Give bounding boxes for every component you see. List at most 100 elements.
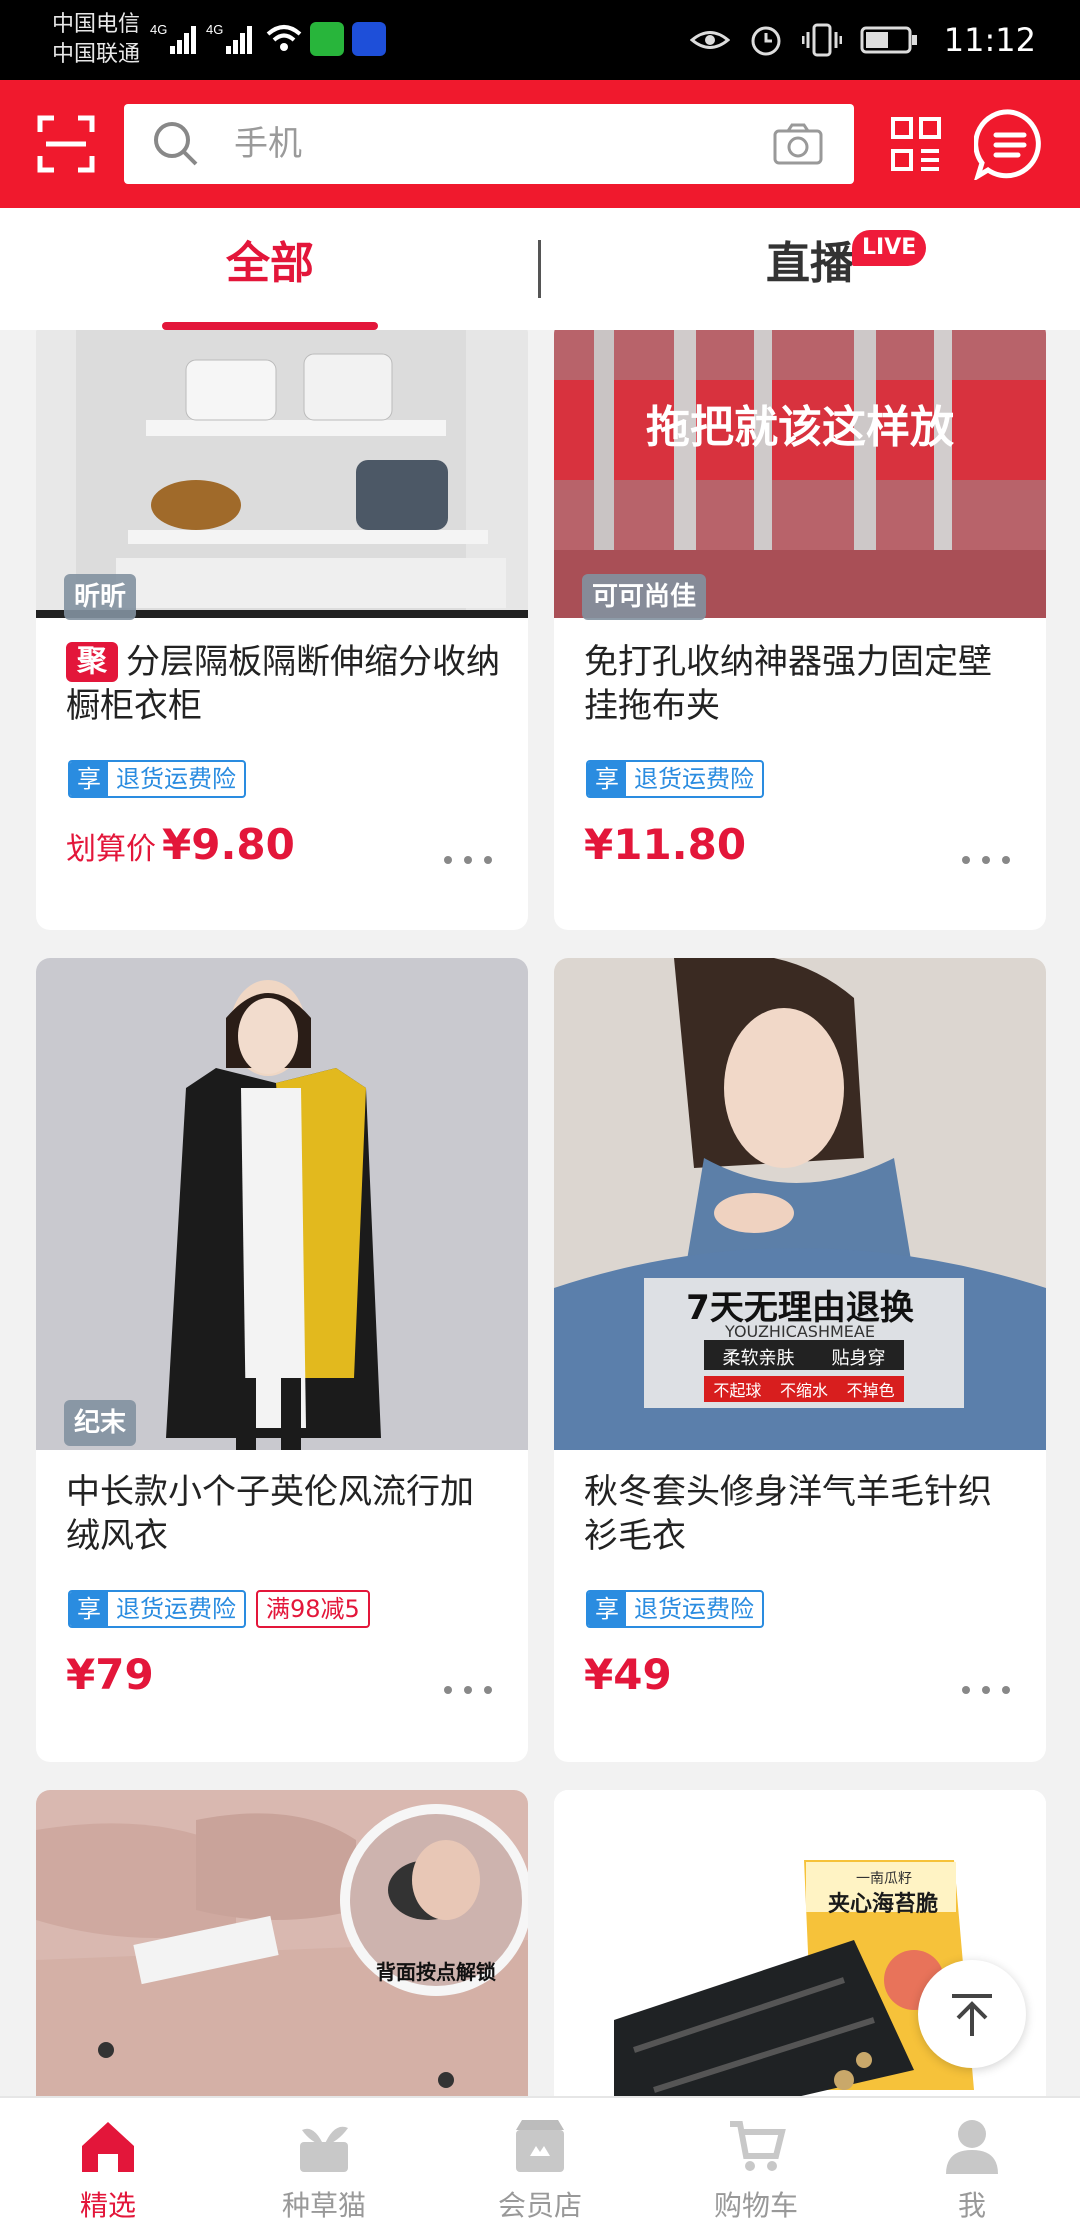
shop-tag: 可可尚佳 xyxy=(582,574,707,620)
tab-divider xyxy=(538,240,541,298)
nav-item-member-store[interactable]: 会员店 xyxy=(432,2098,648,2240)
app-notification-icon xyxy=(310,22,344,56)
product-image-caption: 拖把就该这样放 xyxy=(646,402,954,453)
price-row: ¥49 xyxy=(584,1650,672,1710)
nav-item-grass[interactable]: 种草猫 xyxy=(216,2098,432,2240)
product-card[interactable]: 拖把就该这样放 可可尚佳 免打孔收纳神器强力固定壁挂拖布夹 享 退货运费险 ¥1… xyxy=(554,330,1046,930)
signal-icon: 4G xyxy=(150,22,196,54)
insurance-text: 退货运费险 xyxy=(634,1595,754,1623)
tag-row: 享 退货运费险 满98减5 xyxy=(68,1590,370,1628)
product-image-tags: 柔软亲肤 贴身穿 xyxy=(704,1342,904,1372)
product-title: 中长款小个子英伦风流行加绒风衣 xyxy=(66,1472,474,1556)
wifi-icon xyxy=(266,25,302,51)
price-prefix: 划算价 xyxy=(66,832,156,867)
qr-code-icon[interactable] xyxy=(890,116,942,172)
image-tag: 不起球 xyxy=(713,1381,762,1400)
search-bar[interactable]: 手机 xyxy=(124,104,854,184)
active-tab-indicator xyxy=(162,322,378,330)
nav-item-cart[interactable]: 购物车 xyxy=(648,2098,864,2240)
more-options-icon[interactable] xyxy=(962,1674,1012,1704)
shop-tag: 纪末 xyxy=(64,1400,137,1446)
tag-row: 享 退货运费险 xyxy=(68,760,246,798)
more-options-icon[interactable] xyxy=(444,1674,494,1704)
more-options-icon[interactable] xyxy=(444,844,494,874)
product-title: 聚分层隔板隔断伸缩分收纳橱柜衣柜 xyxy=(66,640,506,728)
search-icon xyxy=(154,122,198,166)
user-icon xyxy=(946,2120,998,2174)
insurance-tag: 享 退货运费险 xyxy=(68,1590,246,1628)
store-icon xyxy=(516,2120,564,2172)
product-title: 秋冬套头修身洋气羊毛针织衫毛衣 xyxy=(584,1472,992,1556)
insurance-text: 退货运费险 xyxy=(634,765,754,793)
insurance-prefix: 享 xyxy=(70,762,108,796)
product-image-caption: 背面按点解锁 xyxy=(376,1960,496,1984)
bottom-navigation: 精选 种草猫 会员店 购物车 我 xyxy=(0,2096,1080,2240)
image-tag: 不掉色 xyxy=(846,1381,895,1400)
promo-tag: 满98减5 xyxy=(256,1590,370,1628)
nav-label: 我 xyxy=(957,2189,986,2222)
price: ¥79 xyxy=(66,1650,154,1699)
product-image-subcaption: 一南瓜籽 xyxy=(856,1871,912,1887)
product-image xyxy=(36,1790,528,2096)
product-image-subcaption: YOUZHICASHMEAE xyxy=(725,1322,875,1341)
nav-label: 会员店 xyxy=(497,2189,582,2222)
price: ¥49 xyxy=(584,1650,672,1699)
price: ¥11.80 xyxy=(584,820,747,869)
insurance-text: 退货运费险 xyxy=(116,1595,236,1623)
tab-live[interactable]: 直播 xyxy=(700,208,920,330)
image-tag: 不缩水 xyxy=(779,1381,828,1400)
eye-comfort-icon xyxy=(689,31,730,49)
clock: 11:12 xyxy=(943,21,1036,59)
nav-label: 精选 xyxy=(79,2189,136,2222)
message-icon[interactable] xyxy=(974,108,1046,180)
carrier-2: 中国联通 xyxy=(52,42,141,67)
svg-text:4G: 4G xyxy=(206,22,223,37)
ju-badge: 聚 xyxy=(66,642,118,682)
product-feed[interactable]: 昕昕 聚分层隔板隔断伸缩分收纳橱柜衣柜 享 退货运费险 划算价 ¥9.80 拖把… xyxy=(0,330,1080,2096)
product-card[interactable]: 昕昕 聚分层隔板隔断伸缩分收纳橱柜衣柜 享 退货运费险 划算价 ¥9.80 xyxy=(36,330,528,930)
insurance-text: 退货运费险 xyxy=(116,765,236,793)
insurance-prefix: 享 xyxy=(588,762,626,796)
back-to-top-button[interactable] xyxy=(918,1960,1026,2068)
insurance-prefix: 享 xyxy=(588,1592,626,1626)
search-input[interactable]: 手机 xyxy=(234,104,302,184)
vibrate-icon xyxy=(801,23,842,57)
home-icon xyxy=(82,2122,134,2172)
image-tag: 柔软亲肤 xyxy=(722,1348,795,1369)
shop-tag: 昕昕 xyxy=(64,574,137,620)
product-card[interactable]: 7天无理由退换 YOUZHICASHMEAE 柔软亲肤 贴身穿 不起球 不缩水 … xyxy=(554,958,1046,1762)
signal-icon: 4G xyxy=(206,22,252,54)
scan-icon[interactable] xyxy=(36,114,96,174)
insurance-tag: 享 退货运费险 xyxy=(68,760,246,798)
nav-item-home[interactable]: 精选 xyxy=(0,2098,216,2240)
nav-item-me[interactable]: 我 xyxy=(864,2098,1080,2240)
live-badge: LIVE xyxy=(852,230,927,266)
tag-row: 享 退货运费险 xyxy=(586,1590,764,1628)
app-notification-icon xyxy=(352,22,386,56)
insurance-tag: 享 退货运费险 xyxy=(586,760,764,798)
price: ¥9.80 xyxy=(162,820,295,869)
carrier-info: 中国电信 中国联通 xyxy=(52,10,140,70)
camera-icon[interactable] xyxy=(772,122,824,166)
nav-label: 购物车 xyxy=(713,2189,798,2222)
arrow-up-icon xyxy=(952,1994,992,2036)
image-tag: 贴身穿 xyxy=(831,1348,886,1369)
nav-label: 种草猫 xyxy=(281,2189,366,2222)
carrier-1: 中国电信 xyxy=(52,12,141,37)
tag-row: 享 退货运费险 xyxy=(586,760,764,798)
product-title: 免打孔收纳神器强力固定壁挂拖布夹 xyxy=(584,642,992,726)
product-image xyxy=(36,958,528,1450)
product-image-tags: 不起球 不缩水 不掉色 xyxy=(704,1376,904,1402)
more-options-icon[interactable] xyxy=(962,844,1012,874)
product-card[interactable]: 背面按点解锁 xyxy=(36,1790,528,2096)
alarm-icon xyxy=(751,26,781,56)
price-row: ¥79 xyxy=(66,1650,154,1710)
price-row: ¥11.80 xyxy=(584,820,746,880)
tab-all[interactable]: 全部 xyxy=(160,208,380,330)
category-tabs: 全部 直播 LIVE xyxy=(0,208,1080,330)
product-card[interactable]: 纪末 中长款小个子英伦风流行加绒风衣 享 退货运费险 满98减5 ¥79 xyxy=(36,958,528,1762)
svg-text:4G: 4G xyxy=(150,22,167,37)
status-bar: 中国电信 中国联通 4G 4G 11:12 xyxy=(0,0,1080,80)
insurance-tag: 享 退货运费险 xyxy=(586,1590,764,1628)
sprout-icon xyxy=(300,2126,348,2172)
